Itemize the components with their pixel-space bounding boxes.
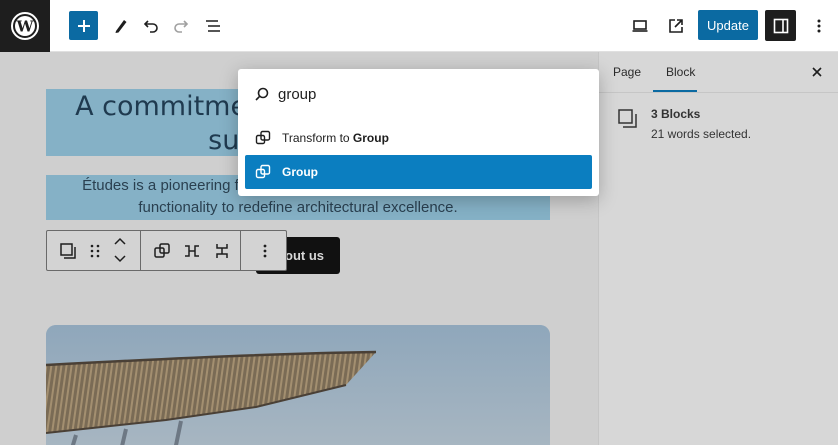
tab-page[interactable]: Page	[613, 65, 641, 79]
sidebar-toggle-icon	[773, 18, 788, 33]
move-down-icon	[114, 255, 126, 263]
group-block-icon	[60, 243, 76, 259]
settings-sidebar: Page Block 3 Blocks 21 words selected.	[598, 52, 838, 445]
undo-icon	[143, 20, 158, 33]
pencil-icon	[115, 20, 127, 33]
svg-text:W: W	[16, 18, 35, 36]
move-up-button[interactable]	[108, 233, 132, 249]
plus-icon	[77, 19, 90, 32]
row-icon	[185, 245, 199, 257]
group-icon	[154, 243, 170, 258]
drag-handle-icon	[90, 244, 100, 258]
options-icon	[263, 244, 267, 258]
command-item-label: Group	[282, 165, 318, 179]
drag-handle-button[interactable]	[83, 239, 107, 263]
command-item-transform-to-group[interactable]: Transform to Group	[245, 121, 592, 155]
command-item-group[interactable]: Group	[245, 155, 592, 189]
redo-button[interactable]	[166, 11, 196, 41]
group-icon	[254, 163, 272, 181]
block-toolbar	[46, 230, 287, 271]
paragraph-line-2: functionality to redefine architectural …	[138, 199, 458, 216]
search-icon	[254, 86, 270, 102]
image-block[interactable]	[46, 325, 550, 445]
block-card-description: 21 words selected.	[651, 127, 752, 141]
command-palette: group Transform to Group Group	[238, 69, 599, 196]
tools-button[interactable]	[106, 11, 136, 41]
move-up-icon	[114, 237, 126, 245]
desktop-preview-icon	[632, 20, 648, 32]
tab-block[interactable]: Block	[666, 65, 695, 79]
command-search-input[interactable]: group	[278, 86, 316, 103]
block-options-button[interactable]	[253, 239, 277, 263]
preview-button[interactable]	[625, 11, 655, 41]
command-item-label: Transform to Group	[282, 131, 389, 145]
list-view-button[interactable]	[198, 11, 228, 41]
more-vertical-icon	[817, 19, 821, 33]
block-card-title: 3 Blocks	[651, 107, 701, 121]
undo-button[interactable]	[136, 11, 166, 41]
toolbar-separator	[140, 231, 141, 270]
stack-icon	[216, 244, 228, 258]
stack-button[interactable]	[210, 239, 234, 263]
block-type-button[interactable]	[56, 239, 80, 263]
multi-block-icon	[617, 108, 639, 130]
move-down-button[interactable]	[108, 251, 132, 267]
update-button[interactable]: Update	[698, 10, 758, 40]
command-item-match: Group	[352, 131, 389, 145]
wordpress-logo-icon[interactable]: W	[0, 0, 50, 52]
active-tab-indicator	[653, 90, 697, 92]
group-icon	[254, 129, 272, 147]
sidebar-tabs: Page Block	[599, 52, 838, 93]
view-post-button[interactable]	[661, 11, 691, 41]
block-inserter-button[interactable]	[69, 11, 98, 40]
architecture-photo	[46, 325, 550, 445]
command-item-prefix: Transform to	[282, 131, 353, 145]
top-toolbar: W Update	[0, 0, 838, 52]
close-sidebar-button[interactable]	[807, 62, 827, 82]
settings-toggle-button[interactable]	[765, 10, 796, 41]
toolbar-separator	[240, 231, 241, 270]
group-button[interactable]	[150, 239, 174, 263]
list-view-icon	[206, 20, 220, 32]
external-link-icon	[669, 19, 683, 33]
redo-icon	[174, 20, 189, 33]
close-icon	[812, 67, 822, 77]
options-menu-button[interactable]	[804, 11, 834, 41]
row-button[interactable]	[180, 239, 204, 263]
